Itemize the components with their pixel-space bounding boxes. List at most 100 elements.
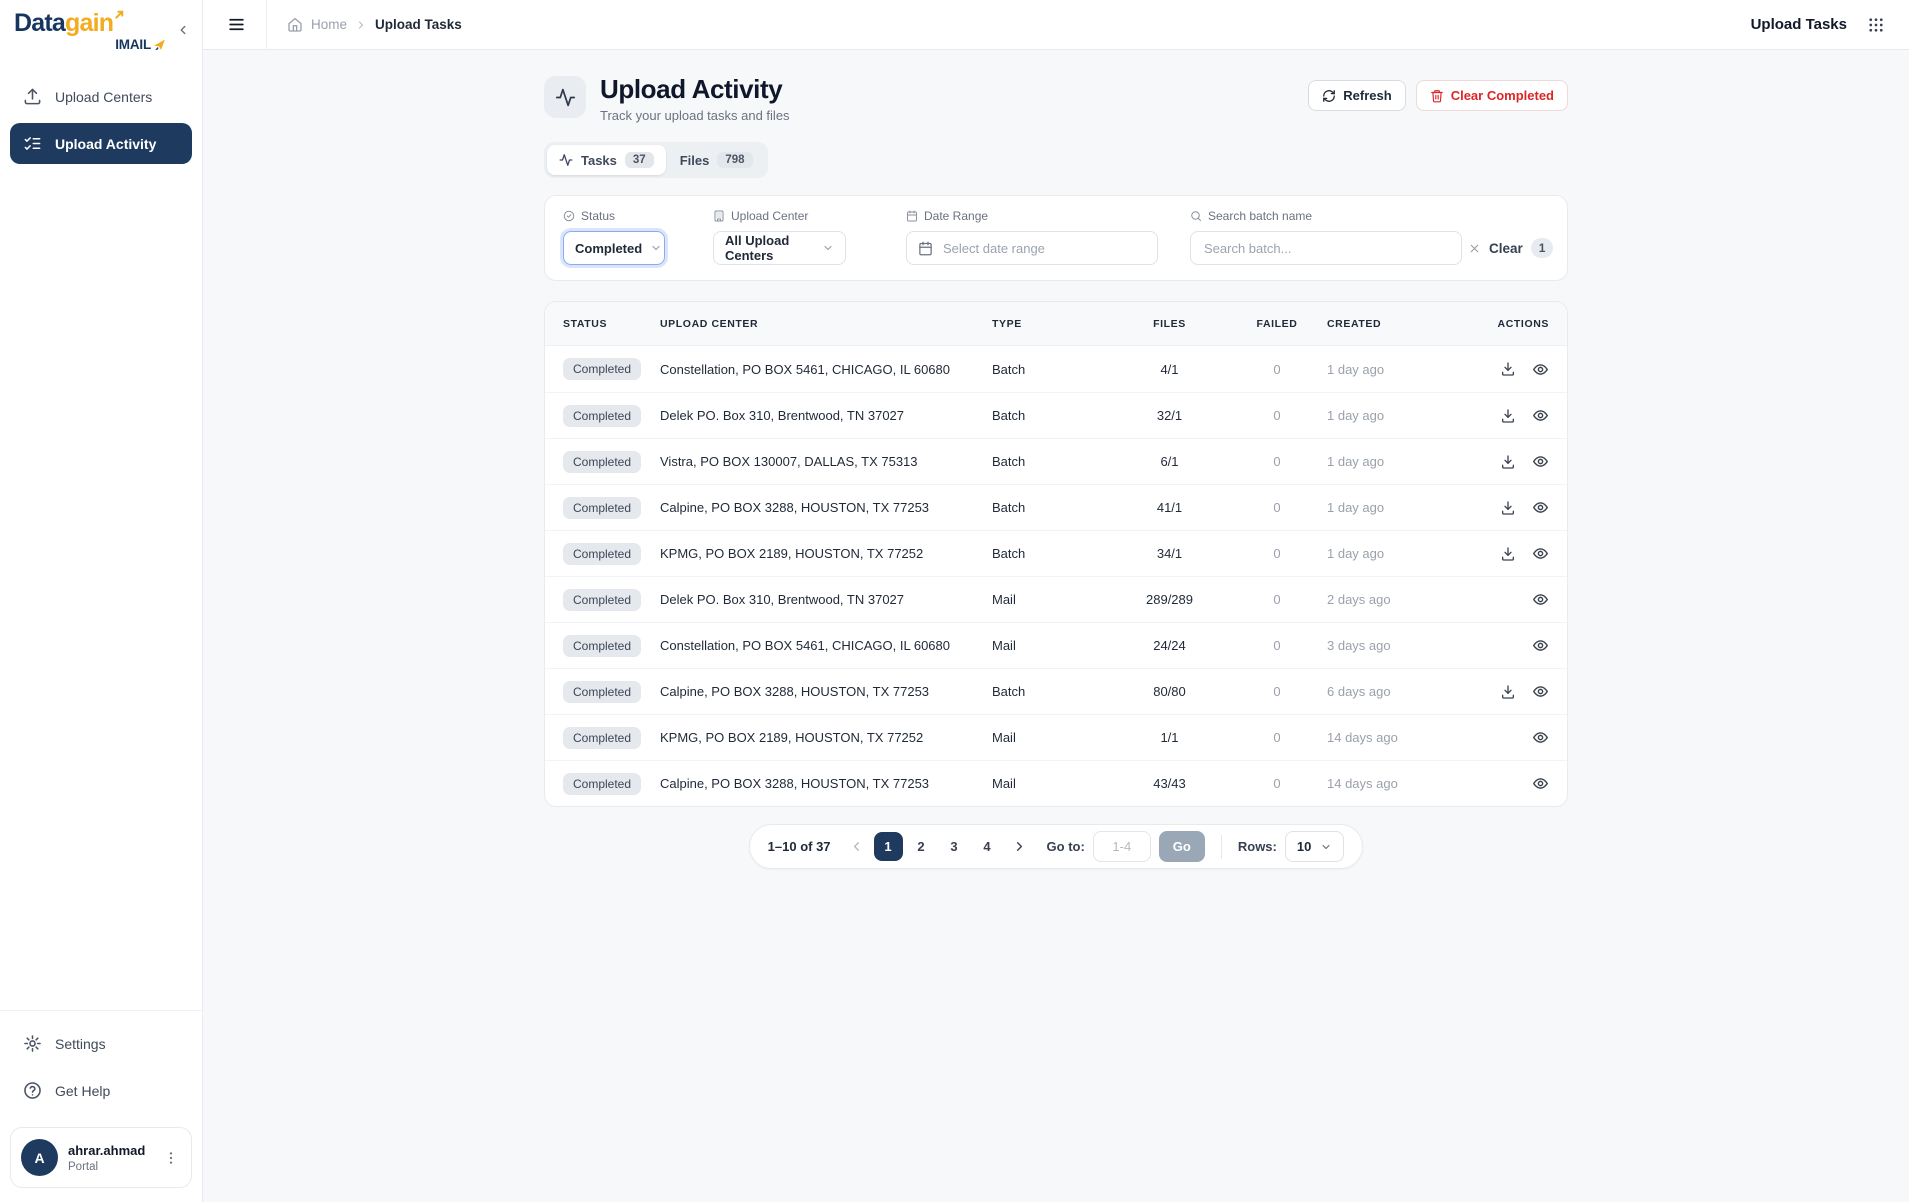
actions-cell — [1472, 545, 1549, 562]
table-row[interactable]: Completed Constellation, PO BOX 5461, CH… — [545, 622, 1567, 668]
page-button-2[interactable]: 2 — [907, 832, 936, 861]
download-button[interactable] — [1500, 683, 1516, 700]
table-row[interactable]: Completed KPMG, PO BOX 2189, HOUSTON, TX… — [545, 530, 1567, 576]
actions-cell — [1472, 729, 1549, 746]
upload-icon — [23, 87, 42, 106]
clear-filters-button[interactable]: Clear 1 — [1462, 231, 1559, 265]
type-cell: Batch — [992, 361, 1026, 377]
status-select[interactable]: Completed — [563, 231, 665, 266]
list-checks-icon — [23, 134, 42, 153]
brand-logo[interactable]: Data gain — [14, 11, 188, 36]
view-button[interactable] — [1532, 591, 1549, 608]
activity-icon — [559, 153, 573, 167]
download-button[interactable] — [1500, 407, 1516, 424]
upload-center-cell: KPMG, PO BOX 2189, HOUSTON, TX 77252 — [660, 730, 924, 746]
column-header-status: STATUS — [563, 317, 608, 330]
tab-label: Files — [679, 152, 710, 168]
view-button[interactable] — [1532, 361, 1549, 378]
clear-completed-button[interactable]: Clear Completed — [1415, 80, 1568, 111]
created-cell: 1 day ago — [1327, 408, 1385, 424]
hamburger-menu-button[interactable] — [225, 13, 248, 36]
rocket-icon — [153, 38, 166, 51]
created-cell: 1 day ago — [1327, 454, 1385, 470]
brand-arrow-icon — [114, 9, 125, 20]
user-card[interactable]: A ahrar.ahmad Portal — [10, 1127, 192, 1188]
table-row[interactable]: Completed Calpine, PO BOX 3288, HOUSTON,… — [545, 760, 1567, 806]
upload-center-select[interactable]: All Upload Centers — [713, 231, 846, 266]
column-header-type: TYPE — [992, 317, 1022, 330]
next-page-button[interactable] — [1010, 837, 1029, 856]
files-cell: 34/1 — [1156, 546, 1183, 562]
tab-files[interactable]: Files 798 — [668, 145, 765, 175]
sidebar-item-upload-centers[interactable]: Upload Centers — [10, 76, 192, 117]
view-button[interactable] — [1532, 407, 1549, 424]
upload-center-cell: Calpine, PO BOX 3288, HOUSTON, TX 77253 — [660, 500, 930, 516]
chevron-right-icon — [355, 19, 367, 31]
created-cell: 14 days ago — [1327, 730, 1398, 746]
created-cell: 3 days ago — [1327, 638, 1391, 654]
breadcrumb-home[interactable]: Home — [311, 17, 347, 32]
chevron-down-icon — [1320, 841, 1332, 853]
created-cell: 14 days ago — [1327, 776, 1398, 792]
failed-cell: 0 — [1273, 730, 1281, 746]
page-button-4[interactable]: 4 — [973, 832, 1002, 861]
view-button[interactable] — [1532, 729, 1549, 746]
sidebar-item-label: Upload Activity — [55, 135, 157, 152]
download-button[interactable] — [1500, 453, 1516, 470]
search-filter-label: Search batch name — [1208, 209, 1313, 224]
sidebar-collapse-button[interactable] — [174, 21, 192, 39]
column-header-failed: FAILED — [1256, 317, 1298, 330]
status-badge: Completed — [563, 496, 642, 519]
download-button[interactable] — [1500, 361, 1516, 378]
tab-tasks[interactable]: Tasks 37 — [547, 145, 666, 176]
view-button[interactable] — [1532, 775, 1549, 792]
status-badge: Completed — [563, 450, 642, 473]
sidebar-item-upload-activity[interactable]: Upload Activity — [10, 123, 192, 164]
apps-grid-icon[interactable] — [1865, 14, 1887, 36]
page-button-1[interactable]: 1 — [873, 832, 903, 862]
tabs: Tasks 37 Files 798 — [544, 142, 768, 179]
goto-page-input[interactable] — [1092, 831, 1151, 863]
view-button[interactable] — [1532, 637, 1549, 654]
previous-page-button[interactable] — [847, 837, 866, 856]
tab-count-badge: 37 — [624, 152, 654, 169]
table-row[interactable]: Completed Delek PO. Box 310, Brentwood, … — [545, 576, 1567, 622]
download-button[interactable] — [1500, 545, 1516, 562]
refresh-label: Refresh — [1343, 88, 1392, 103]
actions-cell — [1472, 637, 1549, 654]
table-row[interactable]: Completed Calpine, PO BOX 3288, HOUSTON,… — [545, 484, 1567, 530]
circle-check-icon — [563, 210, 575, 222]
rows-per-page-select[interactable]: 10 — [1284, 831, 1345, 863]
table-row[interactable]: Completed Calpine, PO BOX 3288, HOUSTON,… — [545, 668, 1567, 714]
files-cell: 4/1 — [1160, 361, 1179, 377]
refresh-button[interactable]: Refresh — [1308, 80, 1406, 111]
type-cell: Mail — [992, 776, 1016, 792]
topbar-title: Upload Tasks — [1750, 16, 1847, 33]
pagination-divider — [1220, 834, 1222, 859]
table-row[interactable]: Completed KPMG, PO BOX 2189, HOUSTON, TX… — [545, 714, 1567, 760]
go-button[interactable]: Go — [1158, 831, 1205, 863]
goto-label: Go to: — [1046, 839, 1085, 855]
table-row[interactable]: Completed Vistra, PO BOX 130007, DALLAS,… — [545, 438, 1567, 484]
view-button[interactable] — [1532, 545, 1549, 562]
download-button[interactable] — [1500, 499, 1516, 516]
page-button-3[interactable]: 3 — [940, 832, 969, 861]
date-range-input[interactable]: Select date range — [906, 231, 1158, 266]
type-cell: Batch — [992, 684, 1026, 700]
sidebar-item-get-help[interactable]: Get Help — [10, 1070, 192, 1111]
created-cell: 1 day ago — [1327, 500, 1385, 516]
column-header-files: FILES — [1153, 317, 1186, 330]
user-menu-button[interactable] — [161, 1148, 181, 1168]
status-badge: Completed — [563, 358, 642, 381]
view-button[interactable] — [1532, 453, 1549, 470]
failed-cell: 0 — [1273, 638, 1281, 654]
actions-cell — [1472, 407, 1549, 424]
search-input[interactable] — [1202, 239, 1450, 257]
table-row[interactable]: Completed Constellation, PO BOX 5461, CH… — [545, 346, 1567, 392]
failed-cell: 0 — [1273, 500, 1281, 516]
sidebar-item-settings[interactable]: Settings — [10, 1023, 192, 1064]
trash-icon — [1430, 89, 1444, 103]
view-button[interactable] — [1532, 683, 1549, 700]
table-row[interactable]: Completed Delek PO. Box 310, Brentwood, … — [545, 392, 1567, 438]
view-button[interactable] — [1532, 499, 1549, 516]
